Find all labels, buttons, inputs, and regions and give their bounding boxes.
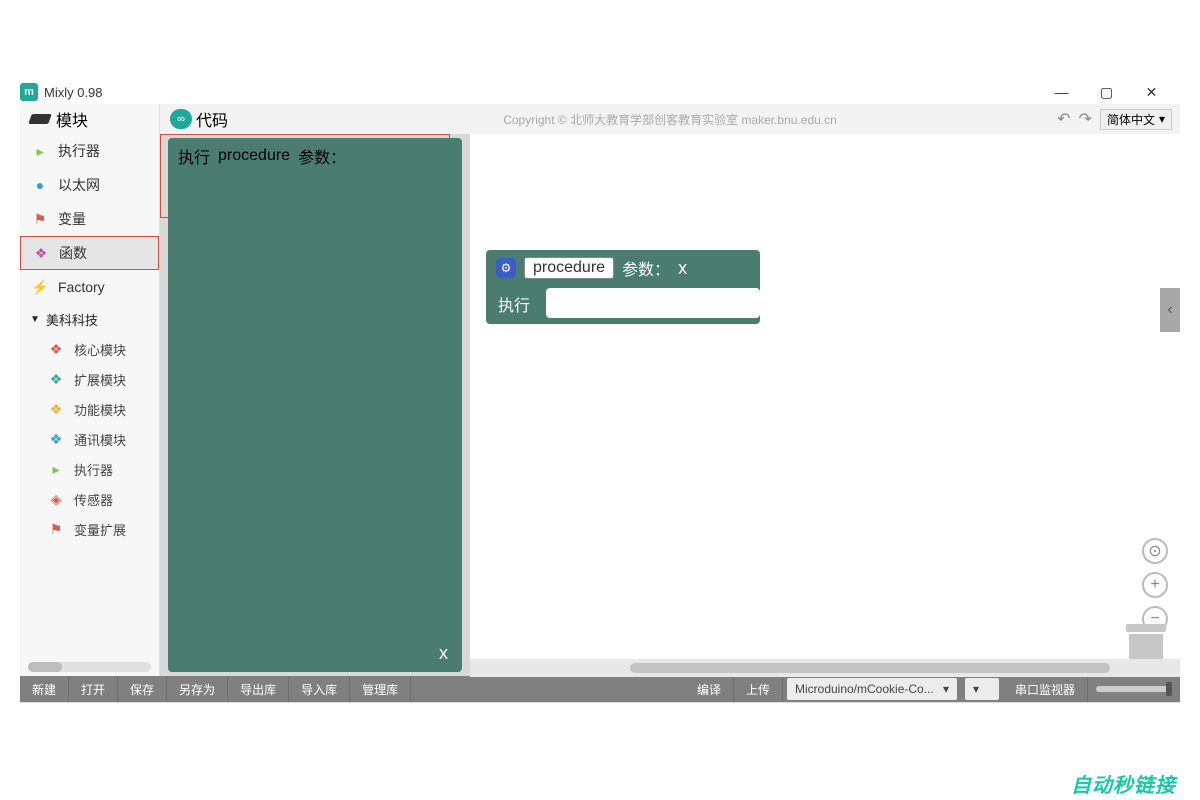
board-select[interactable]: Microduino/mCookie-Co... ▾: [787, 678, 957, 700]
managelib-button[interactable]: 管理库: [350, 676, 411, 702]
actuator-icon: ▸: [30, 141, 50, 161]
zoom-in-button[interactable]: +: [1142, 572, 1168, 598]
functions-icon: ❖: [31, 243, 51, 263]
module-icon: [28, 114, 52, 124]
top-toolbar: ∞ 代码 Copyright © 北师大教育学部创客教育实验室 maker.bn…: [160, 104, 1180, 134]
zoom-center-button[interactable]: ⊙: [1142, 538, 1168, 564]
sidebar-scrollbar[interactable]: [28, 662, 151, 672]
side-panel-toggle[interactable]: ‹: [1160, 288, 1180, 332]
sidebar-item-factory[interactable]: ⚡ Factory: [20, 270, 159, 304]
params-label: 参数：: [622, 256, 670, 280]
function-mod-icon: ❖: [46, 399, 66, 419]
compile-button[interactable]: 编译: [685, 676, 734, 702]
minimize-button[interactable]: —: [1039, 80, 1084, 104]
sidebar-item-functions[interactable]: ❖ 函数: [20, 236, 159, 270]
sidebar-item-ethernet[interactable]: ● 以太网: [20, 168, 159, 202]
param-x: x: [678, 258, 687, 279]
redo-button[interactable]: ↷: [1079, 109, 1092, 129]
sidebar-header-label: 模块: [56, 107, 88, 131]
copyright-text: Copyright © 北师大教育学部创客教育实验室 maker.bnu.edu…: [503, 111, 837, 128]
link-icon: ∞: [170, 109, 192, 129]
exportlib-button[interactable]: 导出库: [228, 676, 289, 702]
tree-item-core[interactable]: ❖核心模块: [20, 334, 159, 364]
tree-item-extend[interactable]: ❖扩展模块: [20, 364, 159, 394]
block-flyout: ⚙ procedure 执行 ⚙ procedure 执行: [160, 134, 470, 676]
tree-item-function[interactable]: ❖功能模块: [20, 394, 159, 424]
ethernet-icon: ●: [30, 175, 50, 195]
tree-item-comm[interactable]: ❖通讯模块: [20, 424, 159, 454]
port-select[interactable]: ▾: [965, 678, 999, 700]
factory-icon: ⚡: [30, 277, 50, 297]
window-title: Mixly 0.98: [44, 85, 103, 100]
procedure-name-field[interactable]: procedure: [524, 257, 614, 279]
chevron-down-icon: ▾: [1159, 112, 1165, 126]
param-x: x: [439, 643, 448, 664]
close-button[interactable]: ✕: [1129, 80, 1174, 104]
tree-item-sensor[interactable]: ◈传感器: [20, 484, 159, 514]
language-select[interactable]: 简体中文 ▾: [1100, 109, 1172, 130]
workspace-procedure-block[interactable]: ⚙ procedure 参数： x 执行: [486, 250, 760, 324]
category-sidebar: 模块 ▸ 执行器 ● 以太网 ⚑ 变量 ❖ 函数 ⚡ Factory: [20, 104, 160, 676]
chevron-down-icon: ▾: [973, 682, 979, 696]
open-button[interactable]: 打开: [69, 676, 118, 702]
exec-label: 执行: [498, 292, 530, 316]
app-icon: m: [20, 83, 38, 101]
zoom-slider[interactable]: [1096, 686, 1172, 692]
sidebar-item-actuator[interactable]: ▸ 执行器: [20, 134, 159, 168]
block-call-procedure-highlight[interactable]: 执行 procedure 参数： x: [160, 134, 450, 218]
params-label: 参数：: [298, 144, 346, 168]
upload-button[interactable]: 上传: [734, 676, 783, 702]
code-tab[interactable]: ∞ 代码: [160, 104, 238, 134]
gear-icon[interactable]: ⚙: [496, 258, 516, 278]
zoom-controls: ⊙ + −: [1142, 538, 1168, 632]
call-name: procedure: [218, 147, 290, 165]
serial-monitor-button[interactable]: 串口监视器: [1003, 676, 1088, 702]
tree-item-actuator2[interactable]: ▸执行器: [20, 454, 159, 484]
bottom-toolbar: 新建 打开 保存 另存为 导出库 导入库 管理库 编译 上传 Microduin…: [20, 676, 1180, 702]
core-icon: ❖: [46, 339, 66, 359]
new-button[interactable]: 新建: [20, 676, 69, 702]
chevron-down-icon: ▾: [943, 682, 949, 696]
tree-header[interactable]: ▼ 美科科技: [20, 304, 159, 334]
comm-icon: ❖: [46, 429, 66, 449]
console-output: [20, 702, 1180, 780]
importlib-button[interactable]: 导入库: [289, 676, 350, 702]
watermark: 自动秒链接: [1071, 769, 1176, 798]
varext-icon: ⚑: [46, 519, 66, 539]
variables-icon: ⚑: [30, 209, 50, 229]
extend-icon: ❖: [46, 369, 66, 389]
actuator2-icon: ▸: [46, 459, 66, 479]
sidebar-item-variables[interactable]: ⚑ 变量: [20, 202, 159, 236]
sidebar-header: 模块: [20, 104, 159, 134]
tree-item-varext[interactable]: ⚑变量扩展: [20, 514, 159, 544]
saveas-button[interactable]: 另存为: [167, 676, 228, 702]
maximize-button[interactable]: ▢: [1084, 80, 1129, 104]
workspace-scrollbar[interactable]: [470, 659, 1180, 677]
blockly-workspace[interactable]: ⚙ procedure 参数： x 执行 ⊙ + −: [470, 134, 1180, 676]
tree-toggle-icon[interactable]: ▼: [30, 314, 40, 325]
save-button[interactable]: 保存: [118, 676, 167, 702]
sensor-icon: ◈: [46, 489, 66, 509]
call-exec-label: 执行: [178, 144, 210, 168]
title-bar: m Mixly 0.98 — ▢ ✕: [20, 80, 1180, 104]
undo-button[interactable]: ↶: [1057, 109, 1070, 129]
